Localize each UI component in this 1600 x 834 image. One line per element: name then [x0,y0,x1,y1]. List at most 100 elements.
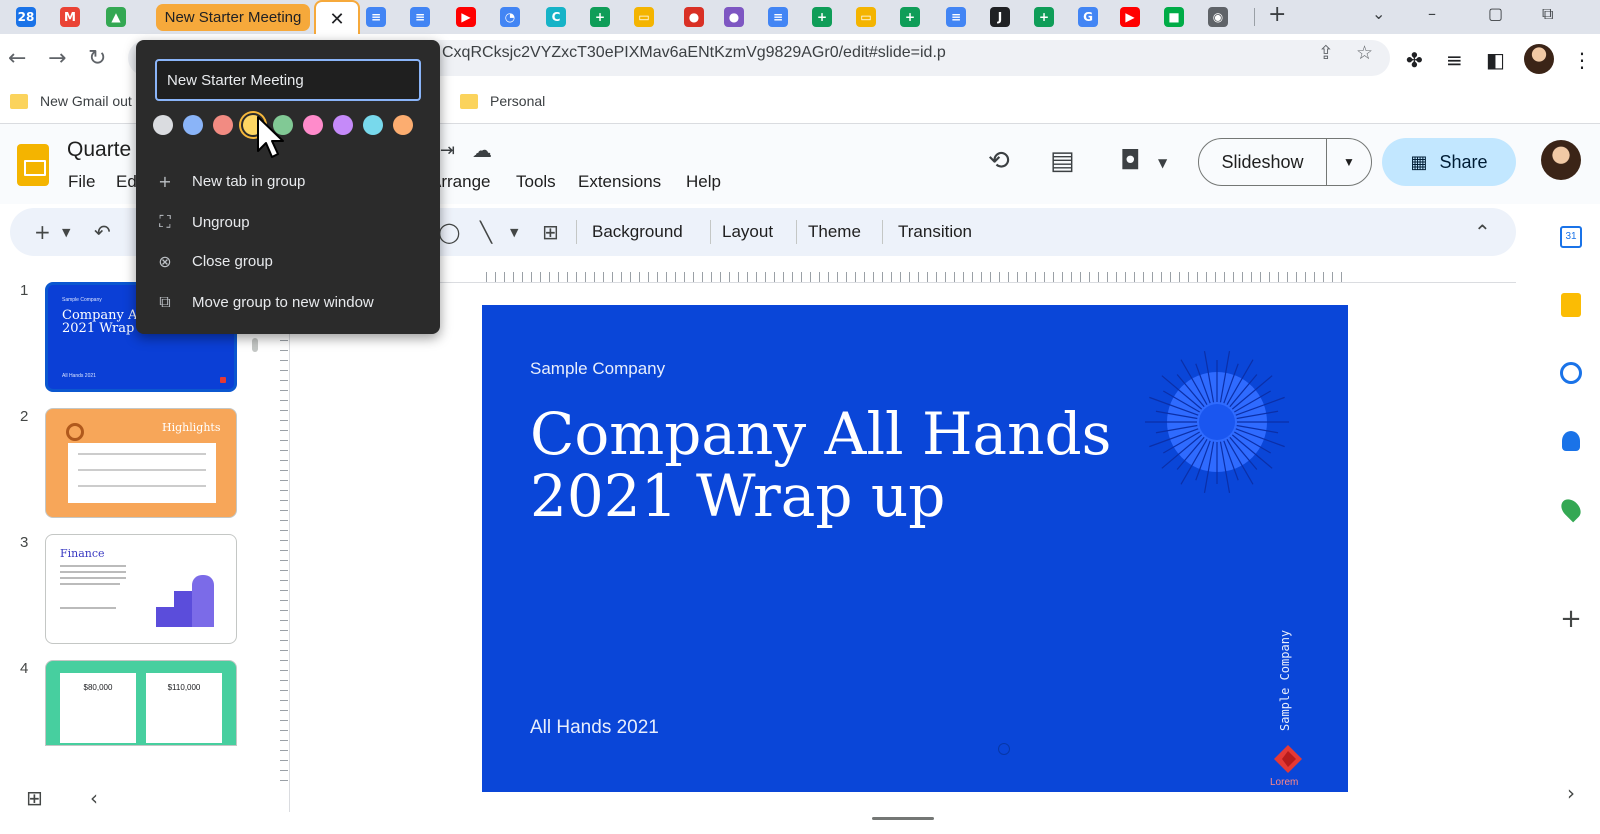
tab-canva[interactable]: C [538,4,574,30]
document-title[interactable]: Quarte [67,138,131,162]
new-tab-in-group-item[interactable]: + New tab in group [156,172,305,191]
tab-youtube[interactable]: ▶ [1112,4,1148,30]
slideshow-dropdown-icon[interactable]: ▼ [1327,155,1371,169]
share-button[interactable]: ▦ Share [1382,138,1516,186]
tab-google[interactable]: G [1070,4,1106,30]
slide-canvas[interactable]: Sample Company Company All Hands 2021 Wr… [482,305,1348,792]
close-tab-icon[interactable]: ✕ [329,9,344,30]
color-swatch[interactable] [393,115,413,135]
tab-calendar[interactable]: 28 [8,4,44,30]
tab-app[interactable]: ◔ [492,4,528,30]
tab-drive[interactable]: ▲ [98,4,134,30]
forward-icon[interactable]: → [48,46,66,71]
slide-footer[interactable]: All Hands 2021 [530,717,659,739]
comments-icon[interactable]: ▤ [1050,146,1075,176]
close-group-item[interactable]: ⊗ Close group [156,252,273,271]
grid-view-icon[interactable]: ⊞ [26,786,43,810]
undo-icon[interactable]: ↶ [94,220,111,244]
line-icon[interactable]: ╲ [480,220,492,244]
tab-chrome[interactable]: ◉ [1200,4,1236,30]
media-control-icon[interactable]: ≡ [1446,48,1463,72]
meet-camera-icon[interactable]: ◘ [1120,146,1141,176]
color-swatch[interactable] [363,115,383,135]
slide-thumbnail-2[interactable]: Highlights [45,408,237,518]
tab-docs[interactable]: ≡ [358,4,394,30]
new-tab-icon[interactable]: + [1268,2,1286,27]
tab-slides[interactable]: ▭ [848,4,884,30]
expand-panel-icon[interactable]: › [1558,780,1584,806]
tab-search-chevron-icon[interactable]: ⌄ [1372,4,1385,23]
tab-sheets[interactable]: + [892,4,928,30]
calendar-icon[interactable]: 31 [1558,224,1584,250]
move-group-item[interactable]: ⧉ Move group to new window [156,292,373,312]
tab-docs[interactable]: ≡ [760,4,796,30]
tab-sheets[interactable]: + [804,4,840,30]
slideshow-label[interactable]: Slideshow [1199,138,1327,186]
version-history-icon[interactable]: ⟲ [988,146,1010,176]
theme-button[interactable]: Theme [808,222,861,242]
color-swatch[interactable] [153,115,173,135]
cloud-status-icon[interactable]: ☁ [472,138,492,162]
collapse-filmstrip-icon[interactable]: ‹ [90,786,98,810]
color-swatch[interactable] [213,115,233,135]
minimize-icon[interactable]: – [1428,4,1436,23]
layout-button[interactable]: Layout [722,222,773,242]
shape-icon[interactable]: ◯ [438,220,460,244]
maximize-icon[interactable]: ▢ [1488,4,1503,23]
contacts-icon[interactable] [1558,428,1584,454]
side-panel-icon[interactable]: ◧ [1486,48,1505,72]
horizontal-scroll-handle[interactable] [872,817,934,820]
add-addon-icon[interactable]: + [1558,604,1584,634]
tab-docs[interactable]: ≡ [938,4,974,30]
new-slide-icon[interactable]: + [34,220,51,244]
active-tab[interactable]: ✕ [314,0,360,36]
meet-dropdown-icon[interactable]: ▼ [1158,156,1167,170]
tab-record[interactable]: ● [676,4,712,30]
menu-tools[interactable]: Tools [516,172,556,192]
add-comment-icon[interactable]: ⊞ [542,220,559,244]
restore-icon[interactable]: ⧉ [1542,4,1553,24]
tab-group-chip[interactable]: New Starter Meeting [156,4,310,31]
slide-title[interactable]: Company All Hands 2021 Wrap up [530,403,1111,527]
maps-icon[interactable] [1557,495,1585,523]
tab-app[interactable]: ● [716,4,752,30]
tab-gmail[interactable]: M [52,4,88,30]
tab-jamboard[interactable]: J [982,4,1018,30]
chrome-menu-icon[interactable]: ⋮ [1572,48,1592,72]
slide-company[interactable]: Sample Company [530,359,665,379]
color-swatch[interactable] [303,115,323,135]
menu-extensions[interactable]: Extensions [578,172,661,192]
extensions-icon[interactable]: ✤ [1406,48,1423,72]
slide-thumbnail-4[interactable]: $80,000 $110,000 [45,660,237,746]
background-button[interactable]: Background [592,222,683,242]
move-icon[interactable]: ⇥ [440,140,455,161]
menu-help[interactable]: Help [686,172,721,192]
tab-youtube[interactable]: ▶ [448,4,484,30]
profile-avatar[interactable] [1524,44,1554,74]
bookmark-personal[interactable]: Personal [460,93,545,109]
ungroup-item[interactable]: ⛶ Ungroup [156,212,249,232]
share-page-icon[interactable]: ⇪ [1318,42,1334,64]
tab-chat[interactable]: ■ [1156,4,1192,30]
collapse-toolbar-icon[interactable]: ⌃ [1474,220,1491,244]
new-slide-dropdown-icon[interactable]: ▼ [62,226,70,239]
transition-button[interactable]: Transition [898,222,972,242]
bookmark-star-icon[interactable]: ☆ [1356,42,1373,64]
url-text[interactable]: CxqRCksjc2VYZxcT30ePIXMav6aENtKzmVg9829A… [442,44,946,62]
back-icon[interactable]: ← [8,46,26,71]
reload-icon[interactable]: ↻ [88,46,106,71]
slideshow-button[interactable]: Slideshow ▼ [1198,138,1372,186]
menu-edit[interactable]: Ed [116,172,137,192]
menu-file[interactable]: File [68,172,95,192]
slides-logo-icon[interactable] [17,144,49,186]
line-dropdown-icon[interactable]: ▼ [510,226,518,239]
slide-thumbnail-3[interactable]: Finance [45,534,237,644]
tab-docs[interactable]: ≡ [402,4,438,30]
tab-sheets[interactable]: + [1026,4,1062,30]
tasks-icon[interactable] [1558,360,1584,386]
keep-icon[interactable] [1558,292,1584,318]
tab-sheets[interactable]: + [582,4,618,30]
color-swatch[interactable] [333,115,353,135]
color-swatch[interactable] [183,115,203,135]
account-avatar[interactable] [1541,140,1581,180]
